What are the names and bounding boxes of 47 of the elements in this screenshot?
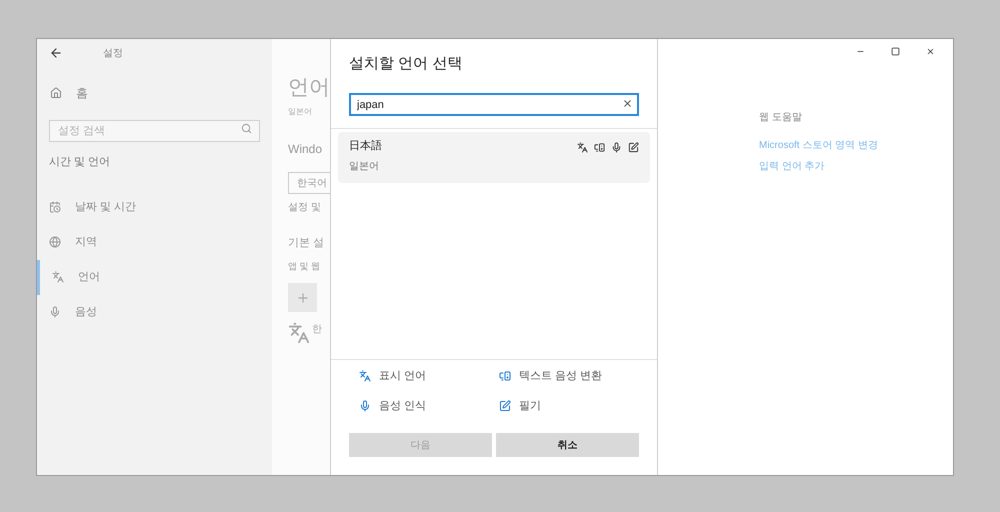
- microphone-icon: [611, 142, 622, 152]
- page-title: 언어: [288, 77, 330, 98]
- language-icon: [288, 322, 310, 344]
- dialog-button[interactable]: 취소: [496, 433, 639, 457]
- dialog-title: 설치할 언어 선택: [348, 54, 464, 74]
- language-name: 日本語: [349, 138, 382, 154]
- help-link[interactable]: 입력 언어 추가: [759, 159, 953, 174]
- help-heading: 웹 도움말: [759, 111, 803, 125]
- sidebar-item-icon: [49, 306, 61, 318]
- home-item[interactable]: 홈: [37, 84, 272, 102]
- back-icon[interactable]: [49, 46, 63, 60]
- feature-label: 음성 인식: [379, 398, 426, 414]
- window-title: 설정: [103, 46, 123, 60]
- speaker-monitor-icon: [594, 142, 605, 152]
- help-link[interactable]: Microsoft 스토어 영역 변경: [759, 138, 953, 153]
- language-subtitle: 일본어: [288, 106, 313, 118]
- sidebar-item-icon: [52, 271, 64, 283]
- feature-label: 텍스트 음성 변환: [519, 369, 602, 384]
- plus-icon: [296, 290, 310, 304]
- display-language-icon: [359, 370, 371, 382]
- close-icon[interactable]: [926, 47, 935, 56]
- clear-icon[interactable]: [622, 98, 633, 108]
- section-heading: Windo: [288, 141, 324, 158]
- home-icon: [50, 87, 62, 99]
- feature-label: 표시 언어: [379, 369, 426, 384]
- feature-label: 필기: [519, 398, 541, 414]
- pen-square-icon: [499, 400, 511, 412]
- maximize-icon[interactable]: [891, 47, 900, 56]
- search-icon: [241, 123, 252, 134]
- language-name: 한: [312, 323, 322, 337]
- display-language-icon: [577, 142, 588, 152]
- language-subtitle: 일본어: [349, 160, 380, 174]
- language-result[interactable]: 日本語 일본어: [338, 132, 650, 182]
- sidebar-item-icon: [49, 236, 61, 248]
- sidebar-item-icon: [49, 201, 61, 213]
- microphone-icon: [359, 400, 371, 412]
- settings-note: 설정 및: [288, 201, 322, 215]
- section-heading: 기본 설: [288, 236, 326, 251]
- search-field[interactable]: 설정 검색: [49, 120, 260, 142]
- sidebar-item[interactable]: 음성: [37, 294, 272, 330]
- sidebar-item[interactable]: 날짜 및 시간: [37, 190, 272, 224]
- speaker-monitor-icon: [499, 370, 511, 382]
- language-search-field[interactable]: japan: [349, 93, 639, 116]
- pen-square-icon: [628, 142, 639, 152]
- section-heading: 시간 및 언어: [48, 155, 112, 170]
- sidebar-item[interactable]: 지역: [37, 224, 272, 260]
- caption: 앱 및 웹: [288, 260, 322, 272]
